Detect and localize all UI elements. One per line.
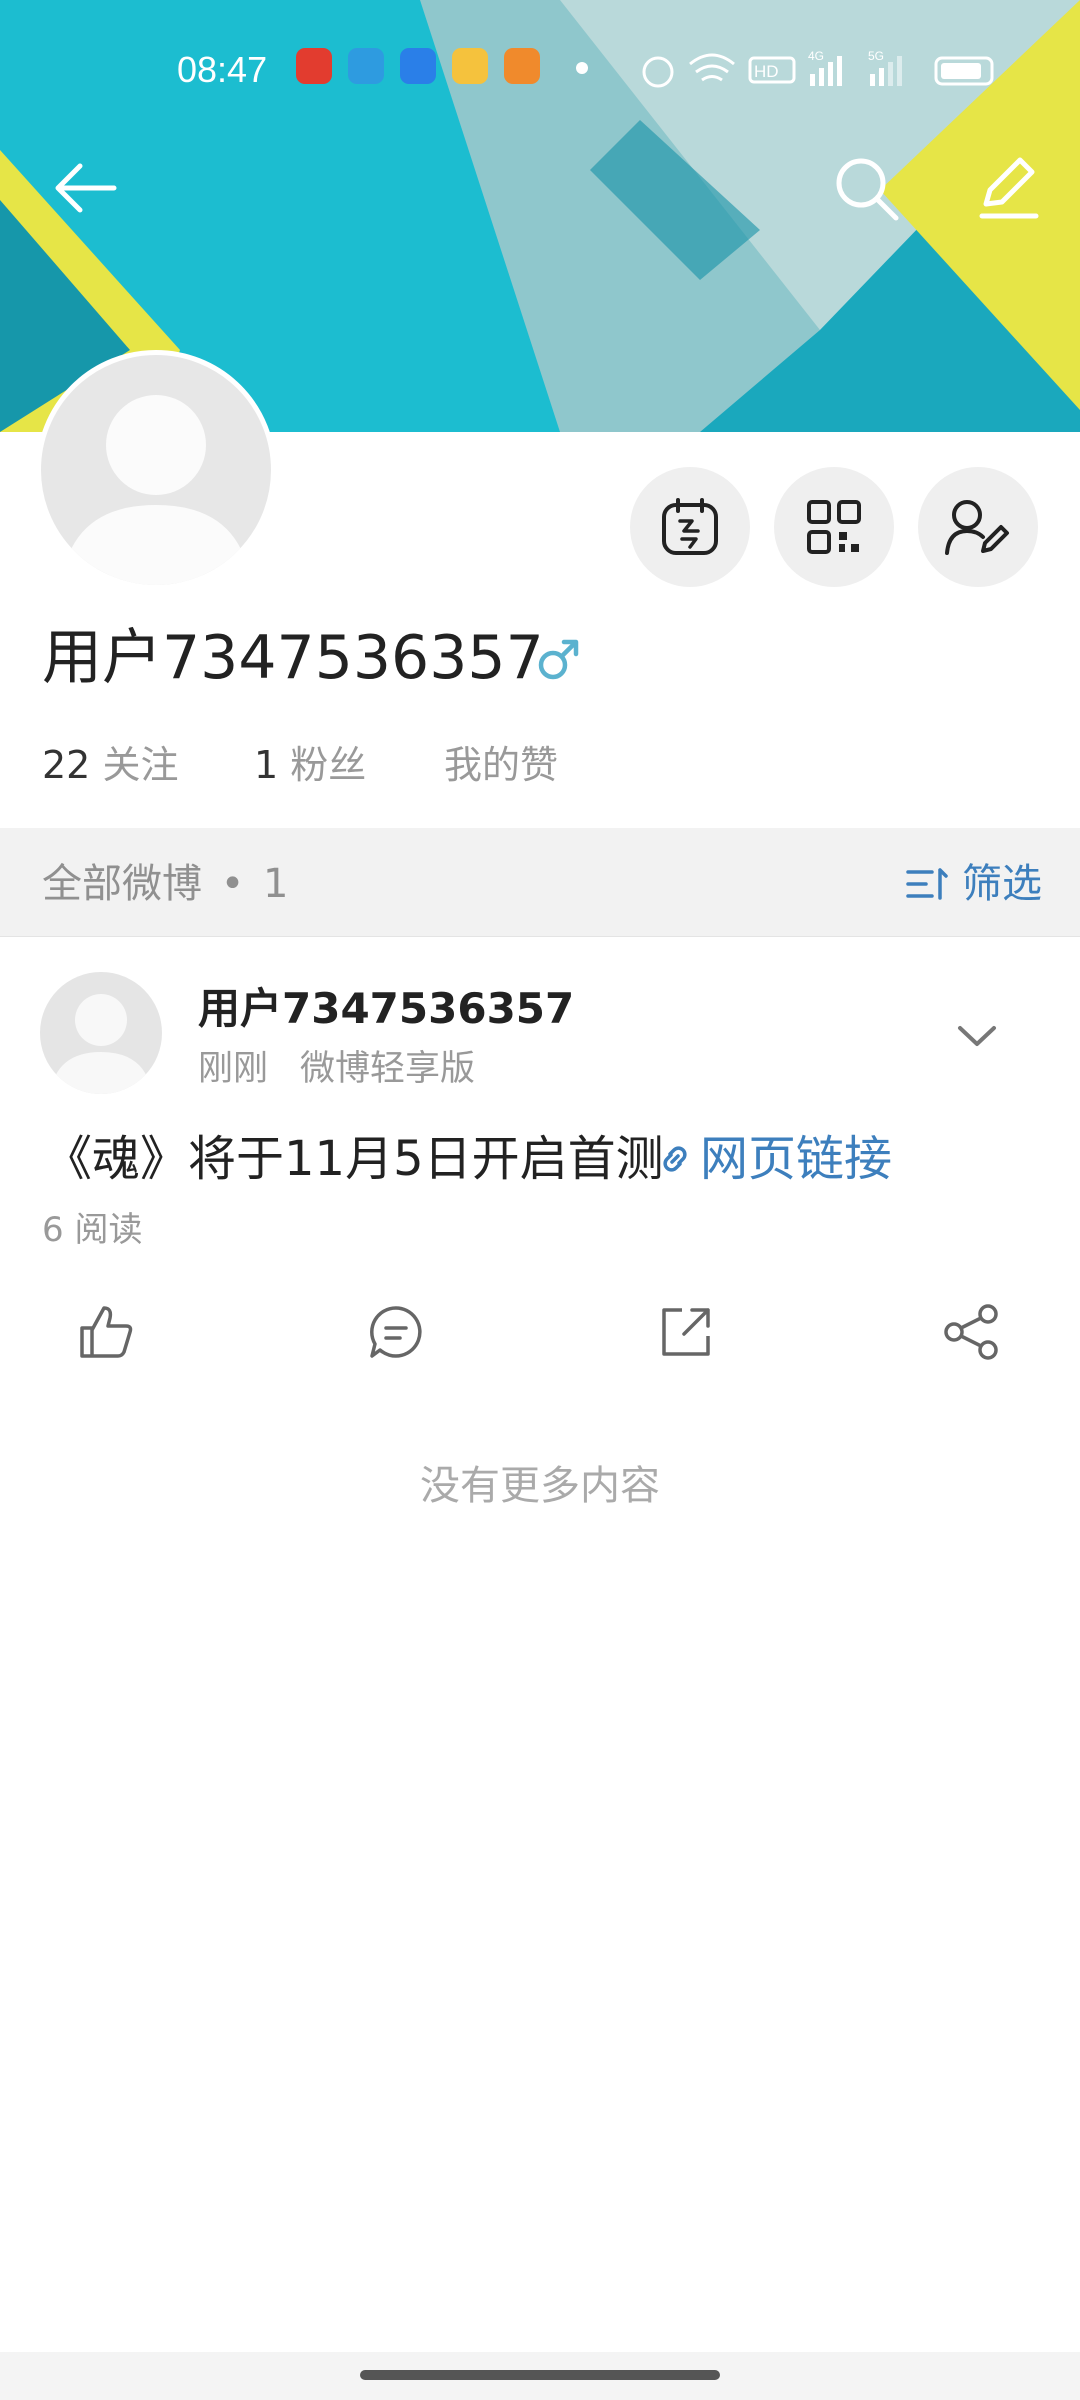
svg-text:5G: 5G (868, 49, 884, 63)
browser-app-icon (400, 48, 436, 84)
no-more-content: 没有更多内容 (420, 1463, 660, 1509)
calendar-icon (662, 498, 718, 555)
my-likes-link[interactable]: 我的赞 (444, 738, 558, 792)
status-time: 08:47 (177, 49, 268, 90)
comment-icon[interactable] (366, 1302, 426, 1362)
wallet-app-icon (452, 48, 488, 84)
qr-code-button[interactable] (774, 467, 894, 587)
calendar-button[interactable] (630, 467, 750, 587)
chevron-down-icon[interactable] (952, 1010, 1002, 1060)
link-icon (663, 1146, 687, 1172)
svg-text:4G: 4G (808, 49, 824, 63)
shopping-app-icon (504, 48, 540, 84)
male-icon (538, 639, 579, 680)
weibo-count: 1 (263, 861, 289, 907)
filter-label: 筛选 (962, 861, 1042, 907)
all-weibo-tab[interactable]: 全部微博 • 1 (42, 856, 288, 912)
alarm-icon (642, 56, 674, 88)
fans-label: 粉丝 (290, 743, 367, 787)
like-icon[interactable] (76, 1302, 136, 1362)
default-avatar-icon (50, 994, 152, 1094)
search-icon[interactable] (834, 156, 900, 222)
profile-avatar[interactable] (36, 350, 276, 590)
following-label: 关注 (102, 743, 179, 787)
dot-icon (576, 62, 588, 74)
web-link-label: 网页链接 (700, 1131, 893, 1187)
share-icon[interactable] (942, 1302, 1002, 1362)
following-stat[interactable]: 22 关注 (42, 738, 178, 792)
edit-profile-icon (945, 500, 1009, 555)
profile-username: 用户7347536357 (42, 623, 544, 693)
post-text: 《魂》将于11月5日开启首测 (44, 1131, 664, 1187)
default-avatar-icon (61, 395, 251, 585)
post-read-count: 6 阅读 (42, 1210, 143, 1250)
status-notification-icons (296, 48, 540, 84)
post-author-name[interactable]: 用户7347536357 (198, 980, 574, 1038)
telegram-app-icon (348, 48, 384, 84)
separator-dot: • (220, 861, 245, 907)
svg-text:HD: HD (754, 62, 779, 81)
fans-count: 1 (254, 743, 279, 787)
post-time: 刚刚 (198, 1049, 269, 1089)
web-link[interactable]: 网页链接 (656, 1126, 892, 1192)
qr-code-icon (807, 500, 861, 554)
home-indicator[interactable] (360, 2370, 720, 2380)
filter-button[interactable]: 筛选 (906, 856, 1042, 912)
filter-icon (906, 868, 948, 900)
arrow-left-icon[interactable] (50, 160, 120, 216)
all-weibo-label: 全部微博 (42, 861, 202, 907)
post-author-avatar[interactable] (40, 972, 162, 1094)
status-system-icons: HD 4G 5G (642, 49, 994, 88)
fans-stat[interactable]: 1 粉丝 (254, 738, 366, 792)
post-source: 微博轻享版 (300, 1049, 476, 1089)
taobao-app-icon (296, 48, 332, 84)
edit-profile-button[interactable] (918, 467, 1038, 587)
following-count: 22 (42, 743, 91, 787)
pencil-icon[interactable] (976, 154, 1040, 220)
repost-icon[interactable] (656, 1302, 716, 1362)
